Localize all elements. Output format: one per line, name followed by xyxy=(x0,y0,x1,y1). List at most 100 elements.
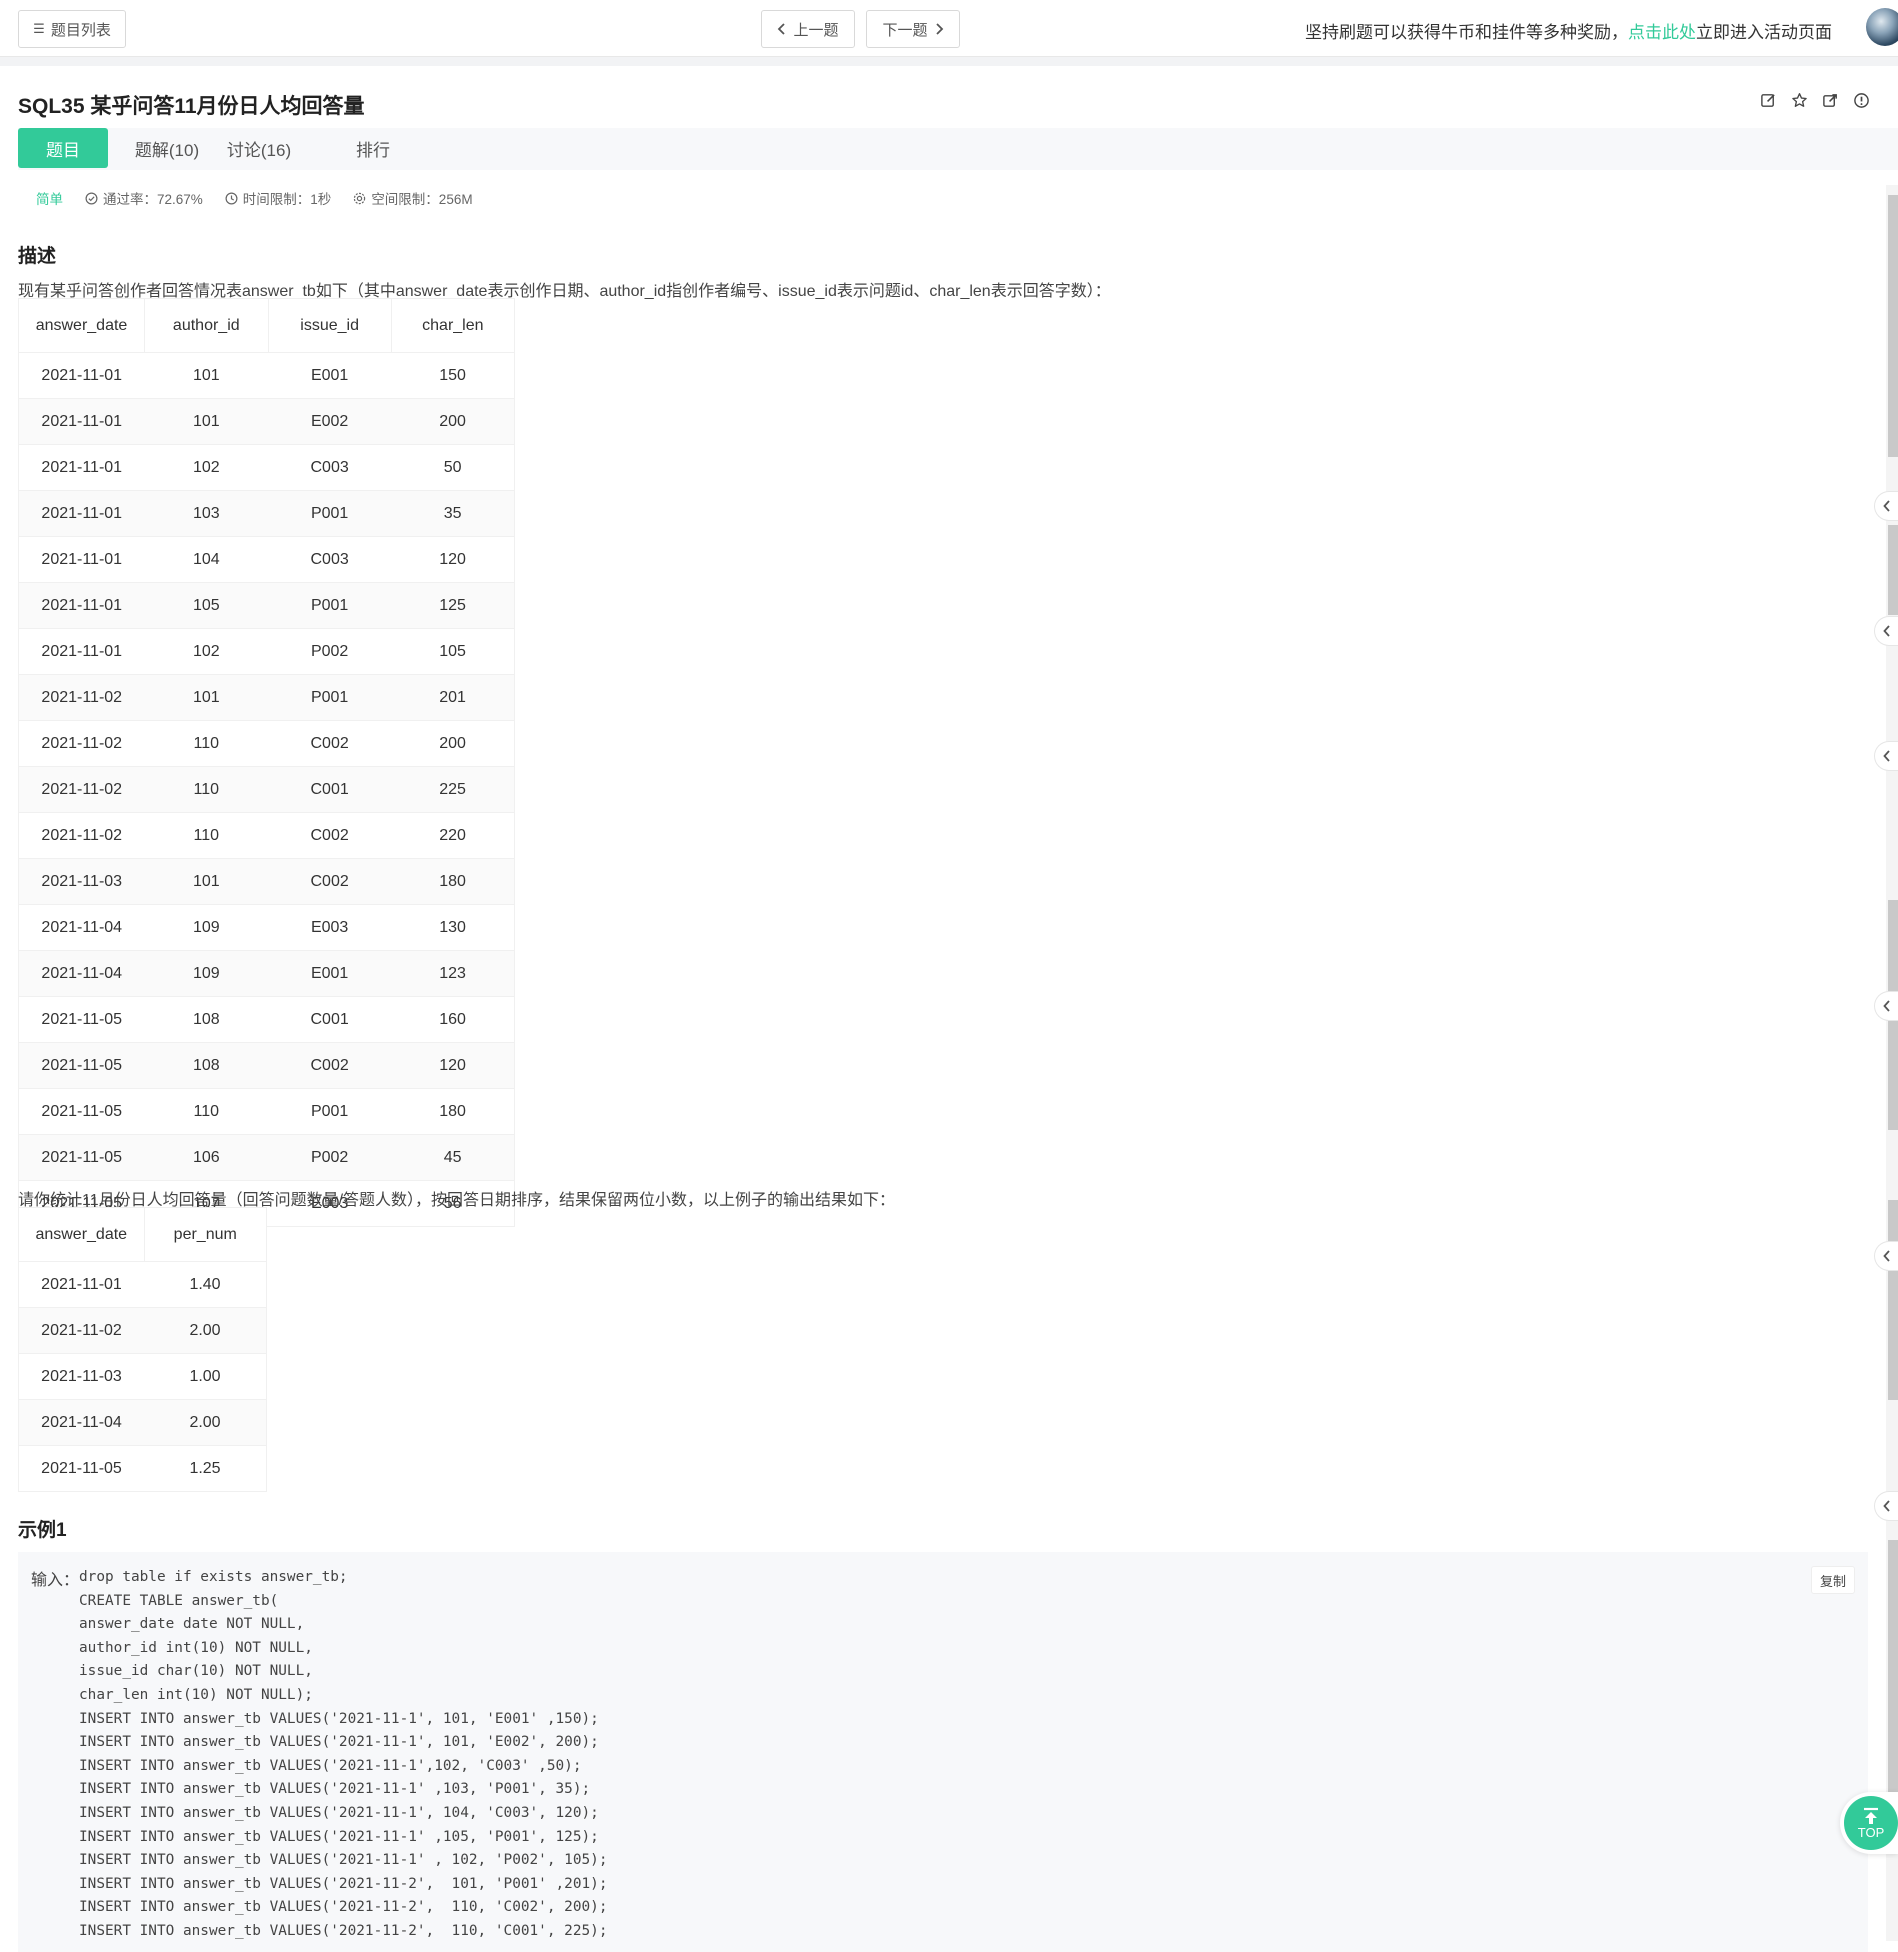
table-cell: 101 xyxy=(144,352,269,399)
table-cell: 110 xyxy=(144,766,269,813)
table-cell: 2021-11-01 xyxy=(18,398,145,445)
example-heading: 示例1 xyxy=(18,1520,67,1541)
table-cell: 150 xyxy=(391,352,516,399)
chevron-left-icon xyxy=(1882,1000,1890,1012)
collapse-toggle[interactable] xyxy=(1874,1241,1898,1271)
tab-discussion[interactable]: 讨论(16) xyxy=(216,128,302,168)
table-cell: 180 xyxy=(391,1088,516,1135)
table-cell: 50 xyxy=(391,444,516,491)
table-cell: 225 xyxy=(391,766,516,813)
table-cell: 2021-11-01 xyxy=(18,1261,145,1308)
table-cell: 160 xyxy=(391,996,516,1043)
tab-problem[interactable]: 题目 xyxy=(18,128,108,168)
table-cell: 1.40 xyxy=(144,1261,268,1308)
table-cell: 110 xyxy=(144,812,269,859)
table-cell: C003 xyxy=(268,444,392,491)
collapse-toggle[interactable] xyxy=(1874,741,1898,771)
space-limit: 空间限制：256M xyxy=(353,188,473,208)
page-title: SQL35 某乎问答11月份日人均回答量 xyxy=(18,95,365,118)
gear-icon xyxy=(354,192,366,204)
table-cell: C002 xyxy=(268,1042,392,1089)
table-cell: C003 xyxy=(268,536,392,583)
table-cell: 2021-11-03 xyxy=(18,858,145,905)
problem-tabs: 题目 题解(10) 讨论(16) 排行 xyxy=(18,128,1898,170)
time-limit-text: 时间限制：1秒 xyxy=(242,192,332,207)
next-problem-button[interactable]: 下一题 xyxy=(866,10,960,48)
description-heading: 描述 xyxy=(18,246,57,267)
collapse-toggle[interactable] xyxy=(1874,991,1898,1021)
scrollbar-thumb[interactable] xyxy=(1888,525,1898,615)
collapse-toggle[interactable] xyxy=(1874,491,1898,521)
pass-rate: 通过率：72.67% xyxy=(85,188,203,208)
table-row: 2021-11-03 101 C002 180 xyxy=(18,858,516,905)
tab-ranking[interactable]: 排行 xyxy=(348,128,398,168)
back-to-top-button[interactable]: TOP xyxy=(1840,1792,1898,1854)
chevron-left-icon xyxy=(1882,625,1890,637)
table-cell: 180 xyxy=(391,858,516,905)
table-cell: 105 xyxy=(144,582,269,629)
table-cell: 2.00 xyxy=(144,1399,268,1446)
table-cell: E003 xyxy=(268,904,392,951)
clock-icon xyxy=(225,192,238,204)
space-limit-text: 空间限制：256M xyxy=(371,192,473,207)
table-row: 2021-11-05 110 P001 180 xyxy=(18,1088,516,1135)
back-to-top-inner: TOP xyxy=(1844,1796,1898,1850)
promo-banner: 坚持刷题可以获得牛币和挂件等多种奖励，点击此处立即进入活动页面 xyxy=(1305,18,1832,43)
scrollbar-thumb[interactable] xyxy=(1888,1200,1898,1400)
table-cell: 2021-11-04 xyxy=(18,1399,145,1446)
table-cell: P001 xyxy=(268,490,392,537)
table-cell: C002 xyxy=(268,812,392,859)
table-row: 2021-11-01 105 P001 125 xyxy=(18,582,516,629)
table-cell: 101 xyxy=(144,858,269,905)
table-row: 2021-11-01 101 E001 150 xyxy=(18,352,516,399)
table-cell: 105 xyxy=(391,628,516,675)
scrollbar-thumb[interactable] xyxy=(1888,195,1898,457)
collapse-toggle[interactable] xyxy=(1874,616,1898,646)
title-actions xyxy=(1760,92,1870,109)
table-row: 2021-11-05 108 C001 160 xyxy=(18,996,516,1043)
table-row: 2021-11-05 108 C002 120 xyxy=(18,1042,516,1089)
table-cell: C002 xyxy=(268,858,392,905)
table-cell: 130 xyxy=(391,904,516,951)
table-cell: P001 xyxy=(268,1088,392,1135)
edit-icon[interactable] xyxy=(1760,92,1777,109)
table-cell: 2021-11-05 xyxy=(18,996,145,1043)
table-row: 2021-11-01 102 C003 50 xyxy=(18,444,516,491)
promo-link[interactable]: 点击此处 xyxy=(1628,23,1696,42)
table-cell: 2021-11-02 xyxy=(18,674,145,721)
prev-problem-button[interactable]: 上一题 xyxy=(761,10,855,48)
table-cell: 45 xyxy=(391,1134,516,1181)
tab-solutions[interactable]: 题解(10) xyxy=(126,128,208,168)
table-row: 2021-11-01 102 P002 105 xyxy=(18,628,516,675)
user-avatar[interactable] xyxy=(1866,8,1898,46)
next-problem-label: 下一题 xyxy=(882,21,928,39)
table-row: 2021-11-02 110 C001 225 xyxy=(18,766,516,813)
chevron-left-icon xyxy=(1882,1500,1890,1512)
table-cell: 120 xyxy=(391,536,516,583)
column-header: author_id xyxy=(144,298,269,353)
scrollbar-thumb[interactable] xyxy=(1888,1540,1898,1800)
problem-list-label: 题目列表 xyxy=(50,21,111,39)
star-icon[interactable] xyxy=(1791,92,1808,109)
table-cell: 2021-11-04 xyxy=(18,904,145,951)
table-cell: 2021-11-03 xyxy=(18,1353,145,1400)
table-cell: P002 xyxy=(268,1134,392,1181)
collapse-toggle[interactable] xyxy=(1874,1491,1898,1521)
copy-button[interactable]: 复制 xyxy=(1810,1566,1855,1594)
chevron-left-icon xyxy=(1882,750,1890,762)
chevron-right-icon xyxy=(935,23,943,35)
problem-list-button[interactable]: ☰ 题目列表 xyxy=(18,10,126,48)
column-header: answer_date xyxy=(18,1207,145,1262)
table-cell: C001 xyxy=(268,996,392,1043)
table-cell: 106 xyxy=(144,1134,269,1181)
table-cell: 2021-11-02 xyxy=(18,766,145,813)
table-cell: 2021-11-05 xyxy=(18,1445,145,1492)
table-cell: E001 xyxy=(268,950,392,997)
info-icon[interactable] xyxy=(1853,92,1870,109)
share-icon[interactable] xyxy=(1822,92,1839,109)
table-row: 2021-11-02 110 C002 220 xyxy=(18,812,516,859)
table-cell: 2021-11-05 xyxy=(18,1042,145,1089)
table-row: 2021-11-05 1.25 xyxy=(18,1445,268,1492)
table-cell: 2021-11-01 xyxy=(18,352,145,399)
check-circle-icon xyxy=(85,192,98,204)
